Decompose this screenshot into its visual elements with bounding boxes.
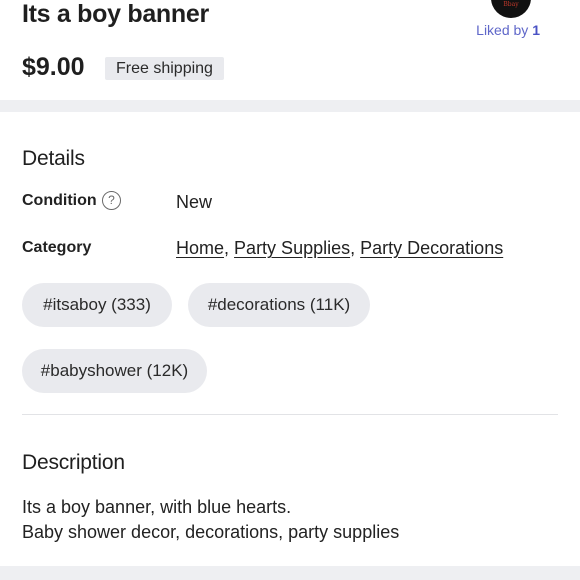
category-separator: , [224,238,230,258]
category-breadcrumb: Home, Party Supplies, Party Decorations [176,238,503,259]
category-separator: , [350,238,356,258]
section-divider-band [0,566,580,580]
seller-avatar[interactable]: Bbay [491,0,531,18]
seller-avatar-text: Bbay [503,1,519,8]
category-link-party-supplies[interactable]: Party Supplies [234,238,350,258]
category-link-home[interactable]: Home [176,238,224,258]
listing-title: Its a boy banner [22,0,209,28]
tag-chip-decorations[interactable]: #decorations (11K) [188,283,370,327]
question-circle-icon[interactable]: ? [102,191,121,210]
free-shipping-badge: Free shipping [105,57,224,80]
divider [22,414,558,415]
liked-by-label: Liked by [476,22,529,38]
tag-chip-itsaboy[interactable]: #itsaboy (333) [22,283,172,327]
liked-by-count: 1 [532,22,540,38]
condition-value: New [176,192,213,212]
liked-by[interactable]: Liked by 1 [476,22,540,38]
condition-label: Condition [22,192,97,209]
details-heading: Details [22,147,85,170]
description-heading: Description [22,451,125,474]
category-label: Category [22,239,92,256]
section-divider-band [0,100,580,112]
tag-chip-babyshower[interactable]: #babyshower (12K) [22,349,207,393]
description-line: Its a boy banner, with blue hearts. [22,497,292,517]
listing-price: $9.00 [22,53,85,81]
category-link-party-decorations[interactable]: Party Decorations [360,238,503,258]
description-line: Baby shower decor, decorations, party su… [22,522,400,542]
